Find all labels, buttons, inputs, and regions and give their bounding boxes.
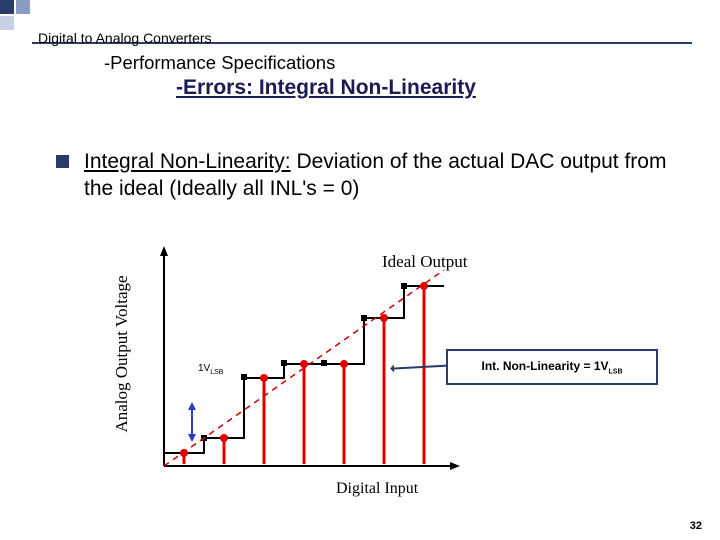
slide-title: -Errors: Integral Non-Linearity bbox=[176, 76, 476, 100]
definition-term: Integral Non-Linearity: bbox=[84, 150, 291, 173]
ideal-output-label: Ideal Output bbox=[382, 252, 467, 272]
inl-diagram: Analog Output Voltage Digital Input Idea… bbox=[106, 246, 662, 506]
one-lsb-label: 1VLSB bbox=[198, 363, 223, 376]
x-axis-label: Digital Input bbox=[336, 480, 418, 498]
slide-accent-squares bbox=[0, 0, 32, 28]
page-number: 32 bbox=[690, 520, 702, 532]
definition-text: Integral Non-Linearity: Deviation of the… bbox=[84, 148, 680, 203]
y-axis-label: Analog Output Voltage bbox=[112, 244, 132, 464]
bullet-icon bbox=[56, 155, 69, 168]
breadcrumb-level-1: Digital to Analog Converters bbox=[38, 30, 212, 46]
breadcrumb-level-2: -Performance Specifications bbox=[104, 52, 335, 74]
inl-callout: Int. Non-Linearity = 1VLSB bbox=[446, 349, 658, 385]
